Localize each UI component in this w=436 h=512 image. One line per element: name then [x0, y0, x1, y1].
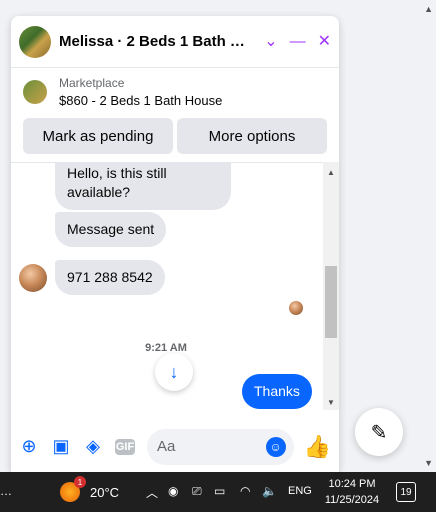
sticker-icon[interactable]: ◈	[83, 436, 103, 457]
seen-avatar	[289, 301, 303, 315]
message-bubble: Message sent	[55, 212, 167, 247]
weather-icon: 1	[60, 476, 86, 502]
notification-count: 19	[400, 486, 412, 498]
message-input[interactable]: Aa ☺	[147, 428, 294, 465]
scroll-down-icon[interactable]: ▼	[327, 398, 335, 407]
notification-center-icon[interactable]: 19	[396, 482, 416, 502]
chevron-down-icon[interactable]: ⌄	[264, 33, 277, 50]
new-message-button[interactable]: ✎	[355, 408, 403, 456]
message-bubble: 971 288 8542	[55, 260, 165, 295]
page-scrollbar[interactable]: ▲ ▼	[422, 0, 436, 472]
emoji-icon[interactable]: ☺	[265, 436, 286, 457]
scroll-down-icon[interactable]: ▼	[424, 458, 433, 468]
message-bubble: Hello, is this still available?	[55, 162, 231, 210]
contact-avatar[interactable]	[19, 264, 47, 292]
message-list: Hello, is this still available? Message …	[11, 162, 339, 410]
clock[interactable]: 10:24 PM 11/25/2024	[322, 476, 382, 508]
compose-icon: ✎	[370, 421, 388, 444]
windows-taskbar: … 1 20°C ︿ ◉ ⎚ ▭ ◠ 🔈 ENG 10:24 PM 11/25/…	[0, 472, 436, 512]
gif-icon[interactable]: GIF	[115, 438, 135, 455]
clock-time: 10:24 PM	[328, 478, 376, 490]
like-icon[interactable]: 👍	[304, 434, 331, 460]
chat-window: Melissa · 2 Beds 1 Bath Ho... ⌄ — ✕ Mark…	[11, 16, 339, 472]
listing-title[interactable]: $860 - 2 Beds 1 Bath House	[59, 93, 222, 108]
language-indicator[interactable]: ENG	[288, 485, 312, 497]
minimize-icon[interactable]: —	[290, 33, 306, 50]
sent-message-bubble: Thanks	[242, 374, 312, 409]
weather-badge: 1	[74, 476, 86, 488]
chat-header[interactable]: Melissa · 2 Beds 1 Bath Ho... ⌄ — ✕	[11, 16, 339, 68]
scroll-up-icon[interactable]: ▲	[327, 168, 335, 177]
meet-icon[interactable]: ⎚	[192, 484, 202, 499]
scroll-up-icon[interactable]: ▲	[424, 4, 433, 14]
message-input-placeholder: Aa	[157, 438, 176, 455]
message-timestamp: 9:21 AM	[145, 342, 187, 354]
battery-icon[interactable]: ▭	[214, 484, 225, 498]
arrow-down-icon: ↓	[169, 361, 179, 382]
photo-icon[interactable]: ▣	[51, 436, 71, 457]
wifi-icon[interactable]: ◠	[240, 484, 250, 498]
more-options-button[interactable]: More options	[177, 118, 327, 154]
weather-temp[interactable]: 20°C	[90, 485, 119, 500]
scrollbar-thumb[interactable]	[325, 266, 337, 338]
clock-date: 11/25/2024	[324, 494, 380, 506]
chat-title[interactable]: Melissa · 2 Beds 1 Bath Ho...	[59, 33, 254, 50]
composer: ⊕ ▣ ◈ GIF Aa ☺ 👍	[11, 420, 339, 472]
weather-widget[interactable]: 1	[60, 476, 86, 502]
taskbar-overflow-icon[interactable]: …	[0, 484, 12, 498]
marketplace-panel: Marketplace $860 - 2 Beds 1 Bath House M…	[11, 68, 339, 163]
mark-as-pending-button[interactable]: Mark as pending	[23, 118, 173, 154]
marketplace-label: Marketplace	[59, 76, 125, 90]
message-scrollbar[interactable]: ▲ ▼	[323, 162, 339, 410]
close-icon[interactable]: ✕	[318, 33, 331, 50]
scroll-to-bottom-button[interactable]: ↓	[155, 353, 193, 391]
record-icon[interactable]: ◉	[168, 484, 178, 498]
listing-avatar[interactable]	[19, 25, 51, 58]
chevron-up-icon[interactable]: ︿	[146, 484, 158, 501]
listing-thumbnail[interactable]	[23, 80, 47, 104]
plus-icon[interactable]: ⊕	[19, 436, 39, 457]
volume-icon[interactable]: 🔈	[262, 484, 277, 498]
